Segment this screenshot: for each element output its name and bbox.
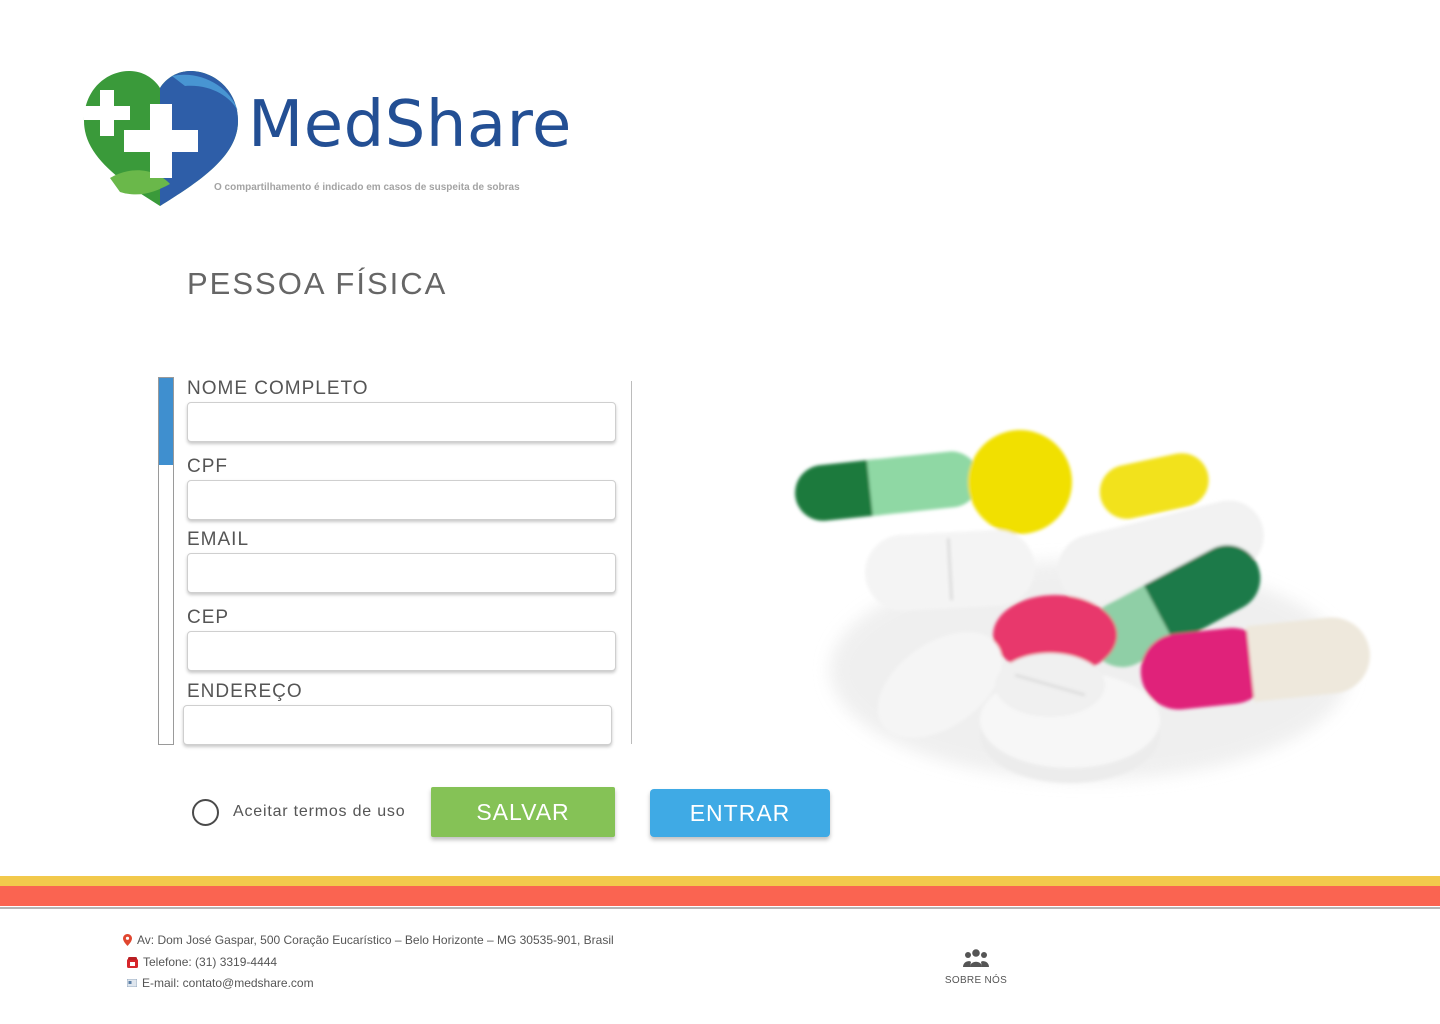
envelope-icon <box>127 979 137 987</box>
scrollbar-thumb[interactable] <box>159 378 173 465</box>
about-us-link[interactable]: SOBRE NÓS <box>940 948 1012 986</box>
terms-label: Aceitar termos de uso <box>233 803 406 820</box>
label-endereco: ENDEREÇO <box>187 681 303 702</box>
label-email: EMAIL <box>187 529 250 550</box>
form-scrollbar[interactable] <box>158 377 174 745</box>
cpf-input[interactable] <box>187 480 616 520</box>
users-group-icon <box>963 949 989 967</box>
footer-divider <box>0 907 1440 909</box>
footer-address-text: Av: Dom José Gaspar, 500 Coração Eucarís… <box>137 933 614 947</box>
telephone-icon <box>127 956 138 968</box>
label-cep: CEP <box>187 607 230 628</box>
page-title: PESSOA FÍSICA <box>187 266 448 301</box>
about-us-label: SOBRE NÓS <box>944 975 1008 986</box>
footer-band-yellow <box>0 876 1440 886</box>
pills-illustration <box>795 430 1370 783</box>
footer-phone: Telefone: (31) 3319-4444 <box>127 955 277 969</box>
cep-input[interactable] <box>187 631 616 671</box>
footer-email-text: E-mail: contato@medshare.com <box>142 976 314 990</box>
save-button[interactable]: SALVAR <box>431 787 615 837</box>
label-nome-completo: NOME COMPLETO <box>187 378 369 399</box>
footer-address: Av: Dom José Gaspar, 500 Coração Eucarís… <box>123 933 614 947</box>
footer-phone-text: Telefone: (31) 3319-4444 <box>143 955 278 969</box>
footer-email: E-mail: contato@medshare.com <box>127 976 314 990</box>
brand-logo: MedShare O compartilhamento é indicado e… <box>80 66 572 216</box>
terms-option[interactable]: Aceitar termos de uso <box>192 798 405 826</box>
terms-radio[interactable] <box>192 798 219 826</box>
form-divider <box>631 381 632 744</box>
brand-name: MedShare <box>248 88 572 162</box>
endereco-input[interactable] <box>183 705 612 745</box>
brand-tagline: O compartilhamento é indicado em casos d… <box>214 182 520 193</box>
email-input[interactable] <box>187 553 616 593</box>
heart-cross-hands-logo-icon <box>84 71 238 206</box>
map-pin-icon <box>123 934 132 946</box>
footer-band-red <box>0 886 1440 906</box>
nome-completo-input[interactable] <box>187 402 616 442</box>
label-cpf: CPF <box>187 456 228 477</box>
